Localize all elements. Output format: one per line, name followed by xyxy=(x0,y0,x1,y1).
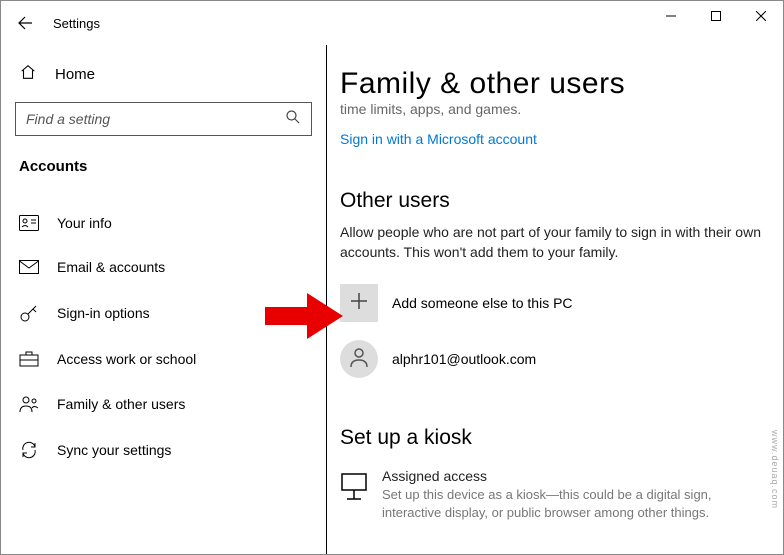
sidebar-item-label: Sign-in options xyxy=(57,305,150,321)
sidebar-item-work-school[interactable]: Access work or school xyxy=(15,337,312,381)
add-user-button[interactable] xyxy=(340,284,378,322)
person-icon xyxy=(348,346,370,373)
search-box[interactable] xyxy=(15,102,312,136)
assigned-access-title: Assigned access xyxy=(382,468,761,484)
sidebar-category: Accounts xyxy=(15,158,312,183)
mail-icon xyxy=(19,260,39,274)
other-users-title: Other users xyxy=(340,189,761,213)
id-card-icon xyxy=(19,215,39,231)
signin-link[interactable]: Sign in with a Microsoft account xyxy=(340,131,537,147)
briefcase-icon xyxy=(19,351,39,367)
user-email: alphr101@outlook.com xyxy=(392,351,536,367)
home-icon xyxy=(19,63,37,86)
close-button[interactable] xyxy=(738,1,783,31)
page-title: Family & other users xyxy=(340,67,761,101)
avatar xyxy=(340,340,378,378)
sidebar-item-sync[interactable]: Sync your settings xyxy=(15,427,312,473)
sidebar-item-label: Access work or school xyxy=(57,351,196,367)
content-pane: Family & other users time limits, apps, … xyxy=(326,45,783,554)
add-user-label: Add someone else to this PC xyxy=(392,295,573,311)
plus-icon xyxy=(350,292,368,315)
people-icon xyxy=(19,395,39,413)
search-input[interactable] xyxy=(26,111,285,127)
other-users-desc: Allow people who are not part of your fa… xyxy=(340,223,761,262)
sidebar: Home Accounts Your info Email & accounts xyxy=(1,45,327,554)
window-controls xyxy=(648,1,783,31)
watermark: www.deuaq.com xyxy=(770,430,780,509)
sidebar-item-label: Your info xyxy=(57,215,112,231)
sidebar-home-label: Home xyxy=(55,66,95,83)
sidebar-item-signin[interactable]: Sign-in options xyxy=(15,289,312,337)
window-title: Settings xyxy=(53,16,100,31)
sidebar-item-your-info[interactable]: Your info xyxy=(15,201,312,245)
maximize-button[interactable] xyxy=(693,1,738,31)
key-icon xyxy=(19,303,39,323)
sidebar-item-family[interactable]: Family & other users xyxy=(15,381,312,427)
sidebar-item-label: Email & accounts xyxy=(57,259,165,275)
minimize-button[interactable] xyxy=(648,1,693,31)
assigned-access-desc: Set up this device as a kiosk—this could… xyxy=(382,486,761,522)
truncated-text: time limits, apps, and games. xyxy=(340,101,761,117)
kiosk-icon xyxy=(340,468,368,506)
assigned-access-row[interactable]: Assigned access Set up this device as a … xyxy=(340,468,761,522)
sidebar-item-label: Family & other users xyxy=(57,396,185,412)
user-row[interactable]: alphr101@outlook.com xyxy=(340,340,761,378)
sidebar-item-email[interactable]: Email & accounts xyxy=(15,245,312,289)
add-user-row[interactable]: Add someone else to this PC xyxy=(340,284,761,322)
search-icon xyxy=(285,109,301,130)
back-icon[interactable] xyxy=(15,15,35,31)
sidebar-home[interactable]: Home xyxy=(15,53,312,96)
sync-icon xyxy=(19,441,39,459)
sidebar-item-label: Sync your settings xyxy=(57,442,171,458)
kiosk-title: Set up a kiosk xyxy=(340,426,761,450)
